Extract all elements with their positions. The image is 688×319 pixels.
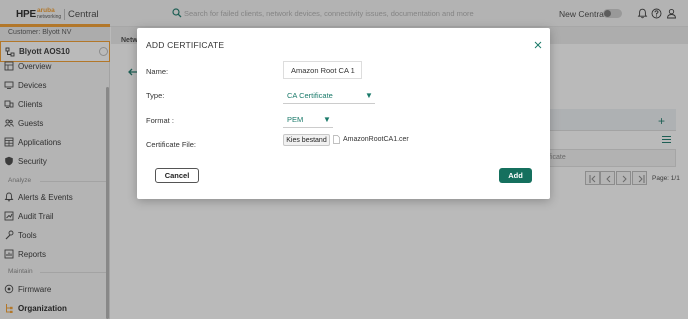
format-select[interactable]: PEM ▼	[283, 110, 333, 128]
cancel-button[interactable]: Cancel	[155, 168, 199, 183]
name-label: Name:	[146, 67, 169, 76]
certificate-file-label: Certificate File:	[146, 140, 197, 149]
caret-down-icon: ▼	[365, 91, 373, 100]
caret-down-icon: ▼	[323, 115, 331, 124]
type-label: Type:	[146, 91, 165, 100]
type-selected-value: CA Certificate	[287, 91, 333, 100]
close-icon[interactable]	[533, 40, 543, 50]
add-certificate-dialog: ADD CERTIFICATE Name: Type: CA Certifica…	[137, 28, 550, 199]
choose-file-button[interactable]: Kies bestand	[283, 134, 330, 146]
file-icon	[333, 135, 340, 144]
format-label: Format :	[146, 116, 174, 125]
type-select[interactable]: CA Certificate ▼	[283, 86, 375, 104]
dialog-title: ADD CERTIFICATE	[146, 40, 225, 50]
selected-file-name: AmazonRootCA1.cer	[343, 136, 409, 143]
certificate-name-input[interactable]	[283, 61, 362, 79]
add-button[interactable]: Add	[499, 168, 532, 183]
format-selected-value: PEM	[287, 115, 304, 124]
